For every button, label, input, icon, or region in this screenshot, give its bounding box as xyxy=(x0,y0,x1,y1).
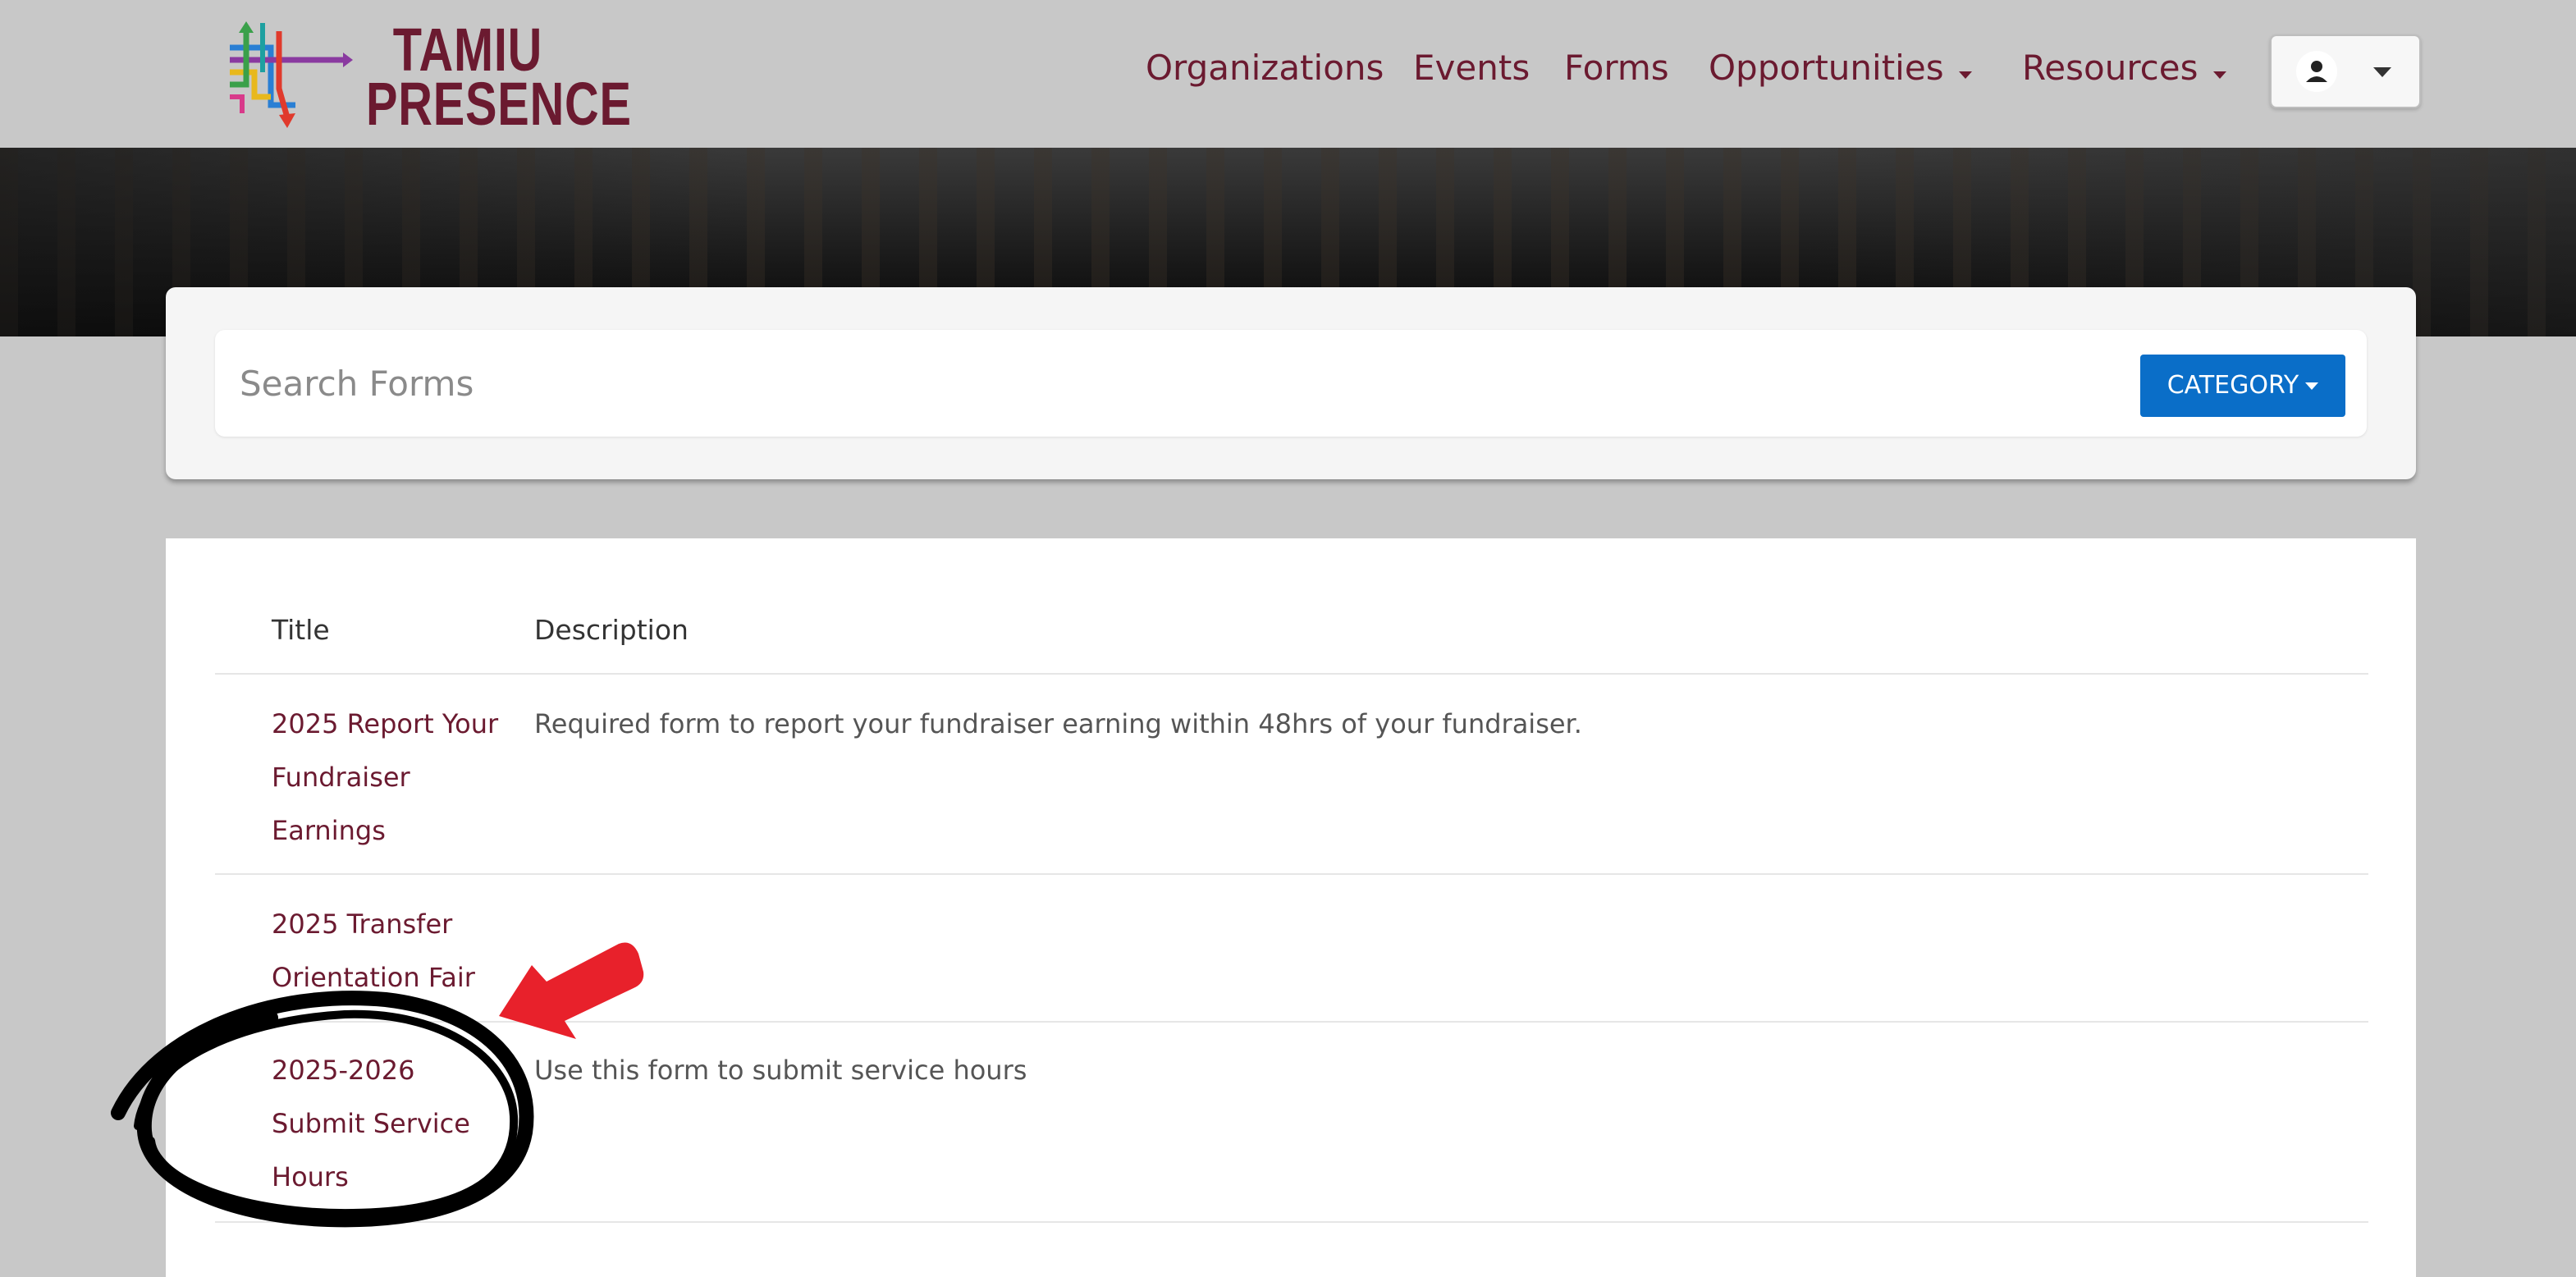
nav-resources-label: Resources xyxy=(2022,48,2199,88)
row-divider xyxy=(215,1021,2368,1023)
form-title-line: Fundraiser xyxy=(272,762,410,793)
search-bar: CATEGORY xyxy=(215,330,2367,437)
form-title-line: Earnings xyxy=(272,815,386,846)
form-title-line: Submit Service xyxy=(272,1108,470,1139)
forms-table: Title Description 2025 Report Your Fundr… xyxy=(166,538,2416,1277)
nav-forms[interactable]: Forms xyxy=(1564,48,1669,88)
nav-events[interactable]: Events xyxy=(1413,48,1530,88)
row-divider xyxy=(215,1221,2368,1223)
form-title-line: 2025 Transfer xyxy=(272,909,453,940)
search-card: CATEGORY xyxy=(166,287,2416,479)
form-title-link[interactable]: 2025 Report Your Fundraiser Earnings xyxy=(272,698,518,858)
column-header-title: Title xyxy=(272,614,330,646)
nav-organizations[interactable]: Organizations xyxy=(1146,48,1384,88)
nav-resources[interactable]: Resources xyxy=(2022,48,2226,88)
category-dropdown-button[interactable]: CATEGORY xyxy=(2140,355,2345,417)
top-navbar: TAMIU PRESENCE Organizations Events Form… xyxy=(0,0,2576,148)
row-divider xyxy=(215,873,2368,875)
user-menu-button[interactable] xyxy=(2270,34,2421,108)
nav-opportunities-label: Opportunities xyxy=(1709,48,1944,88)
row-divider xyxy=(215,673,2368,675)
presence-logo[interactable]: TAMIU PRESENCE xyxy=(222,15,631,135)
category-button-label: CATEGORY xyxy=(2166,371,2299,400)
form-description: Use this form to submit service hours xyxy=(534,1055,1027,1086)
form-title-line: 2025 Report Your xyxy=(272,708,499,739)
column-header-description: Description xyxy=(534,614,689,646)
form-title-line: Hours xyxy=(272,1161,349,1192)
chevron-down-icon xyxy=(2212,71,2226,79)
search-forms-input[interactable] xyxy=(240,355,2111,412)
form-title-line: 2025-2026 xyxy=(272,1055,415,1086)
user-avatar-icon xyxy=(2296,51,2337,92)
logo-wordmark: TAMIU PRESENCE xyxy=(366,20,632,138)
caret-down-icon xyxy=(2305,382,2319,390)
nav-opportunities[interactable]: Opportunities xyxy=(1709,48,1972,88)
form-description: Required form to report your fundraiser … xyxy=(534,708,1582,739)
chevron-down-icon xyxy=(2373,67,2391,77)
logo-line2: PRESENCE xyxy=(366,70,632,138)
form-title-link[interactable]: 2025-2026 Submit Service Hours xyxy=(272,1044,518,1204)
form-title-link[interactable]: 2025 Transfer Orientation Fair xyxy=(272,898,518,1005)
chevron-down-icon xyxy=(1958,71,1972,79)
logo-arrows-icon xyxy=(230,21,353,128)
form-title-line: Orientation Fair xyxy=(272,962,475,993)
nav-events-label: Events xyxy=(1413,48,1531,88)
nav-forms-label: Forms xyxy=(1564,48,1669,88)
nav-organizations-label: Organizations xyxy=(1146,48,1384,88)
